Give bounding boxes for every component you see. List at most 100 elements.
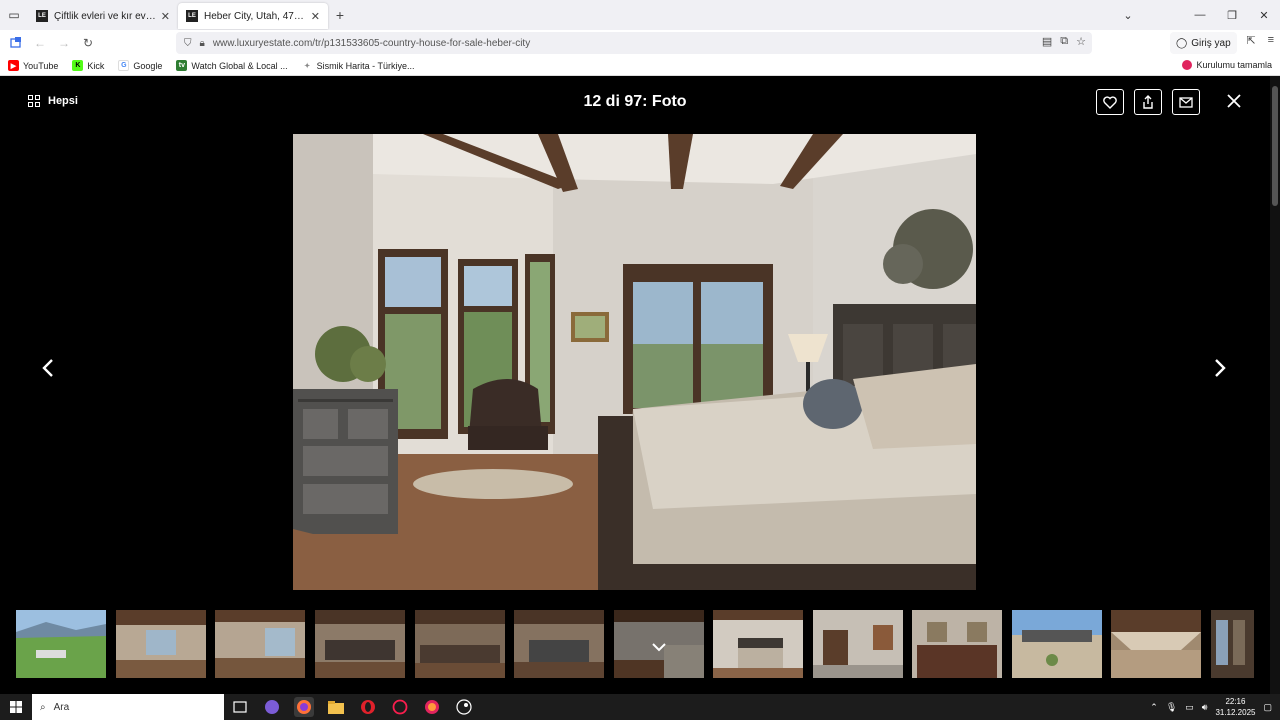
tab-list-icon[interactable]: ▭	[0, 0, 28, 30]
back-icon[interactable]: ←	[28, 36, 52, 50]
youtube-icon: ▶	[8, 60, 19, 71]
bookmark-watch[interactable]: tv Watch Global & Local ...	[176, 60, 288, 71]
search-placeholder: Ara	[53, 701, 70, 713]
complete-setup-label: Kurulumu tamamla	[1196, 60, 1272, 70]
taskbar: ⌕ Ara ⌃ 🎙︎ ▭ 🔊︎ 22:16 31.12.2025 ▢	[0, 694, 1280, 720]
pip-icon[interactable]: ⧉	[1060, 35, 1068, 48]
bookmark-youtube[interactable]: ▶ YouTube	[8, 60, 58, 71]
clock-time: 22:16	[1225, 697, 1246, 706]
site-favicon-icon: LE	[186, 10, 198, 22]
notifications-icon[interactable]: ▢	[1263, 702, 1272, 713]
tv-icon: tv	[176, 60, 188, 71]
complete-setup-link[interactable]: Kurulumu tamamla	[1182, 60, 1272, 70]
gallery-actions	[1096, 89, 1200, 115]
bookmark-label: Watch Global & Local ...	[191, 60, 288, 71]
forward-icon[interactable]: →	[52, 36, 76, 50]
window-controls: ⌄ — ❐ ✕	[1112, 0, 1280, 30]
system-tray: ⌃ 🎙︎ ▭ 🔊︎ 22:16 31.12.2025 ▢	[1150, 694, 1272, 720]
heart-icon	[1103, 95, 1117, 109]
url-bar[interactable]: ⛉ 🔒︎ www.luxuryestate.com/tr/p131533605-…	[176, 32, 1092, 54]
thumbnail[interactable]	[514, 610, 604, 678]
steam-icon[interactable]	[454, 697, 474, 717]
tab-title: Heber City, Utah, 472 m2 satılık	[204, 10, 307, 22]
thumbnail-current[interactable]	[614, 610, 704, 678]
url-text[interactable]: www.luxuryestate.com/tr/p131533605-count…	[213, 38, 530, 49]
minimize-icon[interactable]: —	[1184, 9, 1216, 21]
bookmark-kick[interactable]: K Kick	[72, 60, 104, 71]
bookmark-star-icon[interactable]: ☆	[1076, 35, 1086, 48]
sidebar-icon[interactable]	[4, 36, 28, 51]
next-photo-arrow-icon[interactable]	[1208, 353, 1232, 383]
task-view-icon[interactable]	[230, 697, 250, 717]
reader-view-icon[interactable]: ▤	[1042, 35, 1052, 48]
file-explorer-icon[interactable]	[326, 697, 346, 717]
thumbnail[interactable]	[813, 610, 903, 678]
thumbnail[interactable]	[1012, 610, 1102, 678]
clock[interactable]: 22:16 31.12.2025	[1215, 696, 1255, 718]
bookmark-label: Sismik Harita - Türkiye...	[316, 60, 415, 71]
quake-icon: ✦	[301, 60, 313, 71]
tab-1[interactable]: LE Çiftlik evleri ve kır evleri satılık …	[28, 3, 178, 29]
mail-icon	[1179, 96, 1193, 108]
thumbnail[interactable]	[713, 610, 803, 678]
extensions-icon[interactable]: ⇱	[1246, 34, 1255, 47]
opera-icon[interactable]	[358, 697, 378, 717]
bookmark-label: YouTube	[23, 60, 59, 71]
tab-2-active[interactable]: LE Heber City, Utah, 472 m2 satılık ✕	[178, 3, 328, 29]
thumbnail[interactable]	[415, 610, 505, 678]
tab-bar: ▭ LE Çiftlik evleri ve kır evleri satılı…	[0, 0, 1280, 30]
thumbnail[interactable]	[315, 610, 405, 678]
thumbnail[interactable]	[912, 610, 1002, 678]
thumbnail-strip	[16, 610, 1254, 678]
clock-date: 31.12.2025	[1215, 708, 1256, 717]
thumbnail[interactable]	[16, 610, 106, 678]
copilot-icon[interactable]	[262, 697, 282, 717]
thumbnail[interactable]	[116, 610, 206, 678]
windows-start-icon[interactable]	[0, 694, 32, 720]
firefox-account-icon	[1182, 60, 1193, 70]
volume-icon[interactable]: 🔊︎	[1202, 702, 1208, 713]
lock-icon[interactable]: 🔒︎	[200, 38, 205, 49]
tray-overflow-icon[interactable]: ⌃	[1150, 702, 1158, 713]
photo-gallery-overlay: Hepsi 12 di 97: Foto	[0, 76, 1270, 694]
bookmark-label: Kick	[87, 60, 105, 71]
menu-icon[interactable]: ≡	[1268, 34, 1274, 47]
share-icon	[1143, 95, 1153, 109]
bookmark-google[interactable]: G Google	[118, 60, 162, 71]
close-tab-icon[interactable]: ✕	[161, 10, 170, 23]
firefox-icon[interactable]	[294, 697, 314, 717]
close-gallery-icon[interactable]	[1224, 92, 1244, 112]
thumbnail[interactable]	[1111, 610, 1201, 678]
new-tab-icon[interactable]: +	[328, 7, 352, 23]
tab-overflow-icon[interactable]: ⌄	[1112, 9, 1144, 22]
bookmark-sismik[interactable]: ✦ Sismik Harita - Türkiye...	[301, 60, 415, 71]
restore-icon[interactable]: ❐	[1216, 9, 1248, 22]
bookmarks-bar: ▶ YouTube K Kick G Google tv Watch Globa…	[0, 56, 1280, 76]
nav-bar: ← → ↻ ⛉ 🔒︎ www.luxuryestate.com/tr/p1315…	[0, 30, 1280, 56]
share-button[interactable]	[1134, 89, 1162, 115]
google-icon: G	[118, 60, 130, 71]
tab-title: Çiftlik evleri ve kır evleri satılık A	[54, 10, 157, 22]
close-tab-icon[interactable]: ✕	[311, 10, 320, 23]
microphone-icon[interactable]: 🎙︎	[1166, 702, 1177, 713]
close-window-icon[interactable]: ✕	[1248, 9, 1280, 22]
firefox-alt-icon[interactable]	[422, 697, 442, 717]
network-icon[interactable]: ▭	[1185, 702, 1194, 713]
search-icon: ⌕	[40, 701, 46, 713]
previous-photo-arrow-icon[interactable]	[36, 353, 60, 383]
site-favicon-icon: LE	[36, 10, 48, 22]
favorite-button[interactable]	[1096, 89, 1124, 115]
thumbnail[interactable]	[215, 610, 305, 678]
signin-button[interactable]: ◯ Giriş yap	[1170, 32, 1237, 54]
page-scrollbar[interactable]	[1270, 76, 1280, 694]
thumbnail[interactable]	[1211, 610, 1254, 678]
kick-icon: K	[72, 60, 84, 71]
opera-gx-icon[interactable]	[390, 697, 410, 717]
reload-icon[interactable]: ↻	[76, 36, 100, 50]
email-button[interactable]	[1172, 89, 1200, 115]
signin-label: Giriş yap	[1191, 37, 1231, 49]
photo-counter: 12 di 97: Foto	[583, 93, 687, 110]
taskbar-search-input[interactable]: ⌕ Ara	[32, 694, 224, 720]
shield-icon[interactable]: ⛉	[184, 38, 192, 49]
main-photo[interactable]	[293, 134, 976, 590]
